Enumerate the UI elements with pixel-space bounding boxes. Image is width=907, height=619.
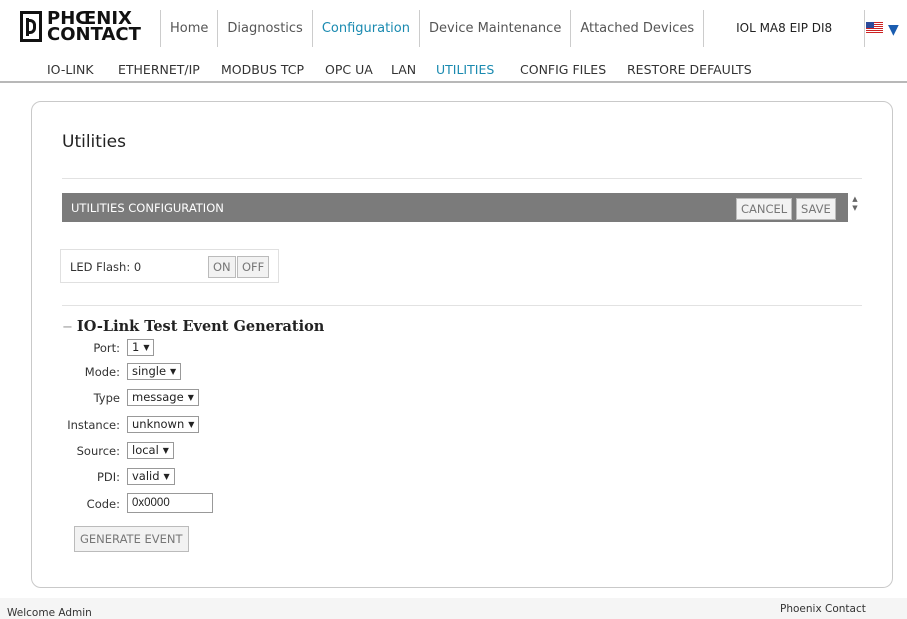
- sub-nav: IO-LINK ETHERNET/IP MODBUS TCP OPC UA LA…: [0, 56, 907, 83]
- source-label: Source:: [76, 444, 120, 458]
- led-flash-box: LED Flash: 0 ON OFF: [60, 249, 279, 283]
- mode-value: single: [132, 364, 167, 378]
- source-row: Source: local ▼: [32, 442, 292, 460]
- pdi-label: PDI:: [96, 470, 120, 484]
- device-name: IOL MA8 EIP DI8: [703, 10, 866, 47]
- footer: Welcome Admin Phoenix Contact: [0, 598, 907, 619]
- divider: [62, 305, 862, 306]
- cancel-button[interactable]: CANCEL: [736, 198, 793, 220]
- type-row: Type message ▼: [32, 389, 292, 407]
- tab-configuration[interactable]: Configuration: [311, 10, 419, 47]
- phoenix-contact-logo[interactable]: PHŒNIX CONTACT: [20, 10, 150, 50]
- scroll-spinner-icon[interactable]: ▲ ▼: [850, 195, 860, 221]
- led-off-button[interactable]: OFF: [237, 256, 270, 278]
- us-flag-icon[interactable]: [866, 22, 883, 33]
- collapse-icon[interactable]: −: [62, 320, 73, 335]
- dropdown-arrow-icon: ▼: [143, 343, 150, 352]
- welcome-text: Welcome Admin: [7, 607, 92, 619]
- mode-label: Mode:: [84, 365, 120, 379]
- main-nav: Home Diagnostics Configuration Device Ma…: [160, 10, 866, 47]
- tab-diagnostics[interactable]: Diagnostics: [217, 10, 311, 47]
- pdi-row: PDI: valid ▼: [32, 468, 292, 486]
- instance-label: Instance:: [67, 418, 120, 432]
- utilities-config-header: UTILITIES CONFIGURATION CANCEL SAVE: [62, 193, 848, 222]
- type-label: Type: [93, 391, 120, 405]
- subnav-restore-defaults[interactable]: RESTORE DEFAULTS: [627, 62, 752, 77]
- port-row: Port: 1 ▼: [32, 339, 292, 357]
- subnav-io-link[interactable]: IO-LINK: [47, 62, 94, 77]
- page-title: Utilities: [62, 132, 126, 152]
- tab-attached-devices[interactable]: Attached Devices: [570, 10, 703, 47]
- mode-row: Mode: single ▼: [32, 363, 292, 381]
- code-label: Code:: [86, 497, 120, 511]
- generate-event-button[interactable]: GENERATE EVENT: [74, 526, 189, 552]
- subnav-lan[interactable]: LAN: [391, 62, 416, 77]
- top-bar: PHŒNIX CONTACT Home Diagnostics Configur…: [0, 0, 907, 56]
- subnav-modbus-tcp[interactable]: MODBUS TCP: [221, 62, 304, 77]
- source-select[interactable]: local ▼: [127, 442, 174, 459]
- dropdown-arrow-icon: ▼: [170, 367, 177, 376]
- subnav-opc-ua[interactable]: OPC UA: [325, 62, 373, 77]
- port-label: Port:: [93, 341, 120, 355]
- led-flash-label: LED Flash: 0: [70, 260, 142, 274]
- dropdown-arrow-icon: ▼: [162, 446, 169, 455]
- section-title: UTILITIES CONFIGURATION: [71, 201, 224, 215]
- pdi-select[interactable]: valid ▼: [127, 468, 175, 485]
- tab-home[interactable]: Home: [160, 10, 217, 47]
- pdi-value: valid: [132, 469, 160, 483]
- dropdown-arrow-icon: ▼: [163, 472, 170, 481]
- port-value: 1: [132, 340, 140, 354]
- dropdown-arrow-icon: ▼: [188, 420, 195, 429]
- utilities-panel: Utilities UTILITIES CONFIGURATION CANCEL…: [31, 101, 893, 588]
- code-row: Code:: [32, 493, 292, 513]
- led-on-button[interactable]: ON: [208, 256, 236, 278]
- test-event-title-text: IO-Link Test Event Generation: [76, 318, 325, 335]
- tab-device-maintenance[interactable]: Device Maintenance: [419, 10, 570, 47]
- source-value: local: [132, 443, 159, 457]
- subnav-config-files[interactable]: CONFIG FILES: [520, 62, 606, 77]
- mode-select[interactable]: single ▼: [127, 363, 182, 380]
- logo-mark-icon: [20, 11, 42, 42]
- type-select[interactable]: message ▼: [127, 389, 199, 406]
- subnav-utilities[interactable]: UTILITIES: [436, 62, 494, 77]
- divider: [62, 178, 862, 179]
- code-input[interactable]: [127, 493, 213, 513]
- instance-value: unknown: [132, 417, 185, 431]
- instance-select[interactable]: unknown ▼: [127, 416, 200, 433]
- footer-brand: Phoenix Contact: [780, 603, 866, 615]
- save-button[interactable]: SAVE: [796, 198, 836, 220]
- logo-word-2: CONTACT: [47, 24, 141, 45]
- caret-down-icon[interactable]: ▼: [888, 22, 899, 38]
- test-event-title[interactable]: − IO-Link Test Event Generation: [62, 318, 324, 335]
- port-select[interactable]: 1 ▼: [127, 339, 155, 356]
- subnav-ethernet-ip[interactable]: ETHERNET/IP: [118, 62, 200, 77]
- dropdown-arrow-icon: ▼: [187, 393, 194, 402]
- instance-row: Instance: unknown ▼: [32, 416, 292, 434]
- type-value: message: [132, 390, 184, 404]
